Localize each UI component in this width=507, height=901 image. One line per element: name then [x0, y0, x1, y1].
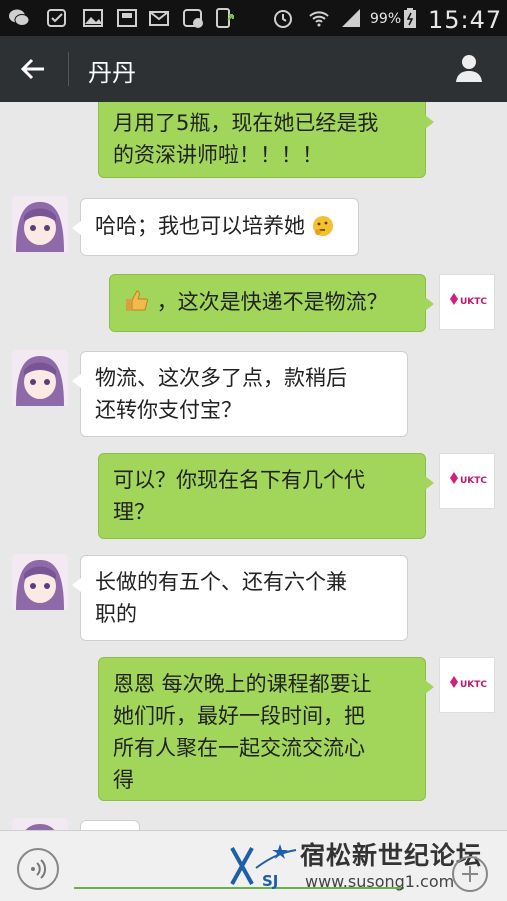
person-icon[interactable] [453, 52, 485, 84]
avatar[interactable] [12, 818, 68, 830]
chat-header: 丹丹 [0, 36, 507, 102]
forum-logo-icon: SJ [230, 844, 297, 890]
alarm-icon [274, 10, 292, 28]
message-bubble-received[interactable]: 长做的有五个、还有六个兼 职的 [72, 555, 408, 641]
avatar-self[interactable]: UKTC [439, 274, 495, 330]
message-bubble-sent[interactable]: ，这次是快递不是物流？ [109, 274, 434, 332]
avatar[interactable] [12, 350, 68, 406]
phone-update-icon [216, 8, 234, 28]
watermark-url: www.susong1.com [305, 872, 455, 891]
voice-icon[interactable] [17, 848, 59, 890]
message-bubble-received[interactable]: 物流、这次多了点，款稍后 还转你支付宝？ [72, 351, 408, 437]
avatar[interactable] [12, 196, 68, 252]
wifi-icon [309, 11, 329, 27]
shield-plus-icon [183, 9, 203, 28]
signal-icon [342, 9, 360, 27]
message-bubble-sent[interactable]: 可以？你现在名下有几个代 理？ [98, 453, 434, 539]
avatar[interactable] [12, 554, 68, 610]
message-bubble-received[interactable] [80, 820, 140, 830]
inbox-icon [117, 9, 137, 27]
chat-area[interactable]: 月用了5瓶，现在她已经是我 的资深讲师啦！！！！ 哈哈；我也可以培养她 ，这次是… [0, 102, 507, 830]
avatar-self[interactable]: UKTC [439, 657, 495, 713]
battery-percent: 99% [370, 11, 402, 27]
message-text: ，这次是快递不是物流？ [156, 290, 388, 314]
thinking-face-icon [312, 216, 333, 236]
mail-icon [149, 11, 169, 26]
status-bar: 99% 15:47 [0, 0, 507, 36]
battery-icon [404, 8, 416, 28]
forum-logo-text: SJ [262, 872, 278, 890]
message-text: 哈哈；我也可以培养她 [95, 214, 305, 238]
plus-icon[interactable] [452, 856, 488, 892]
chat-title: 丹丹 [88, 59, 136, 87]
clock: 15:47 [428, 6, 503, 34]
image-icon [83, 9, 103, 27]
header-divider [68, 52, 69, 86]
message-bubble-received[interactable]: 哈哈；我也可以培养她 [72, 198, 359, 256]
avatar-self[interactable]: UKTC [439, 453, 495, 509]
thumbs-up-icon [126, 290, 149, 311]
arrow-left-icon[interactable] [18, 54, 48, 84]
shield-check-icon [47, 9, 66, 27]
message-bubble-sent[interactable]: 恩恩 每次晚上的课程都要让 她们听，最好一段时间，把 所有人聚在一起交流交流心 … [98, 657, 434, 801]
message-bubble-sent[interactable]: 月用了5瓶，现在她已经是我 的资深讲师啦！！！！ [98, 102, 434, 178]
wechat-icon [9, 9, 30, 26]
